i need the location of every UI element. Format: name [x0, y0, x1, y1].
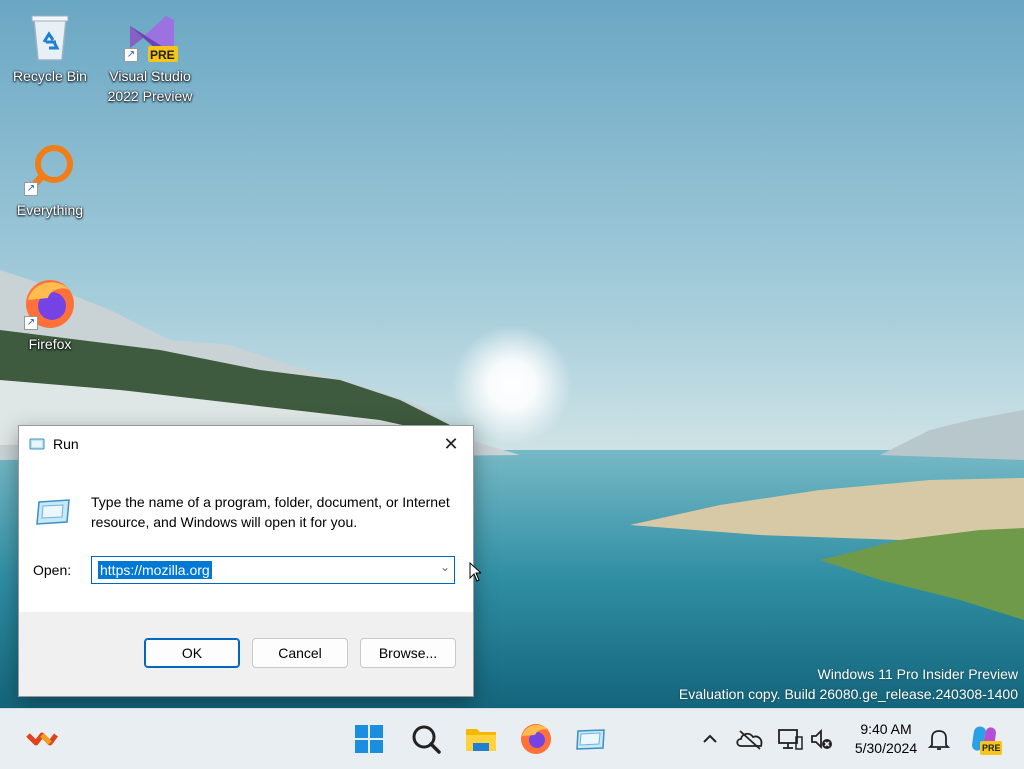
everything-search-icon: ↗ — [22, 142, 78, 198]
run-titlebar[interactable]: Run ✕ — [19, 426, 473, 462]
firefox-icon[interactable] — [518, 721, 554, 757]
clock-time: 9:40 AM — [860, 721, 912, 737]
chevron-down-icon[interactable]: ⌄ — [440, 560, 450, 574]
copilot-badge: PRE — [982, 743, 1001, 753]
run-dialog: Run ✕ Type the name of a program, folder… — [18, 425, 474, 697]
firefox-icon: ↗ — [22, 276, 78, 332]
run-description: Type the name of a program, folder, docu… — [91, 494, 450, 530]
open-combobox[interactable]: https://mozilla.org ⌄ — [91, 556, 455, 584]
run-dialog-title: Run — [53, 436, 79, 452]
network-icon[interactable] — [772, 721, 808, 757]
run-icon — [29, 438, 45, 450]
open-input[interactable]: https://mozilla.org — [98, 561, 212, 579]
ok-button[interactable]: OK — [144, 638, 240, 668]
desktop-icon-label: Recycle Bin — [13, 68, 87, 84]
shortcut-arrow-icon: ↗ — [24, 182, 38, 196]
run-program-icon — [36, 499, 70, 525]
close-icon: ✕ — [443, 434, 459, 454]
close-button[interactable]: ✕ — [429, 426, 473, 462]
desktop-icon-firefox[interactable]: ↗ Firefox — [2, 276, 98, 354]
desktop-icon-everything[interactable]: ↗ Everything — [2, 142, 98, 220]
desktop-icon-label: Firefox — [28, 336, 72, 352]
evaluation-watermark: Windows 11 Pro Insider Preview Evaluatio… — [679, 664, 1018, 704]
mouse-cursor-icon — [469, 562, 481, 582]
run-icon[interactable] — [573, 721, 609, 757]
watermark-line1: Windows 11 Pro Insider Preview — [817, 666, 1018, 682]
clock-date: 5/30/2024 — [854, 740, 918, 756]
watermark-line2: Evaluation copy. Build 26080.ge_release.… — [678, 686, 1018, 702]
taskbar-clock[interactable]: 9:40 AM 5/30/2024 — [846, 720, 926, 758]
browse-button[interactable]: Browse... — [360, 638, 456, 668]
onedrive-icon[interactable] — [732, 721, 768, 757]
desktop-icon-label: Visual Studio 2022 Preview — [107, 68, 193, 104]
desktop-icon-recycle-bin[interactable]: Recycle Bin — [2, 8, 98, 86]
copilot-icon[interactable]: PRE — [966, 721, 1002, 757]
taskbar: 9:40 AM 5/30/2024 PRE — [0, 708, 1024, 769]
preview-badge: PRE — [150, 48, 175, 62]
start-icon[interactable] — [351, 721, 387, 757]
recycle-bin-icon — [22, 8, 78, 64]
notification-bell-icon[interactable] — [921, 721, 957, 757]
run-dialog-body: Type the name of a program, folder, docu… — [19, 462, 473, 612]
search-icon[interactable] — [408, 721, 444, 757]
desktop-icon-label: Everything — [16, 202, 84, 218]
shortcut-arrow-icon: ↗ — [124, 48, 138, 62]
chevron-up-icon[interactable] — [692, 721, 728, 757]
open-label: Open: — [33, 562, 72, 578]
desktop-icon-visual-studio[interactable]: PRE ↗ Visual Studio 2022 Preview — [102, 8, 198, 106]
file-explorer-icon[interactable] — [463, 721, 499, 757]
widgets-icon[interactable] — [24, 721, 60, 757]
visual-studio-icon: PRE ↗ — [122, 8, 178, 64]
run-dialog-footer: OK Cancel Browse... — [19, 612, 473, 696]
cancel-button[interactable]: Cancel — [252, 638, 348, 668]
volume-muted-icon[interactable] — [804, 721, 840, 757]
shortcut-arrow-icon: ↗ — [24, 316, 38, 330]
